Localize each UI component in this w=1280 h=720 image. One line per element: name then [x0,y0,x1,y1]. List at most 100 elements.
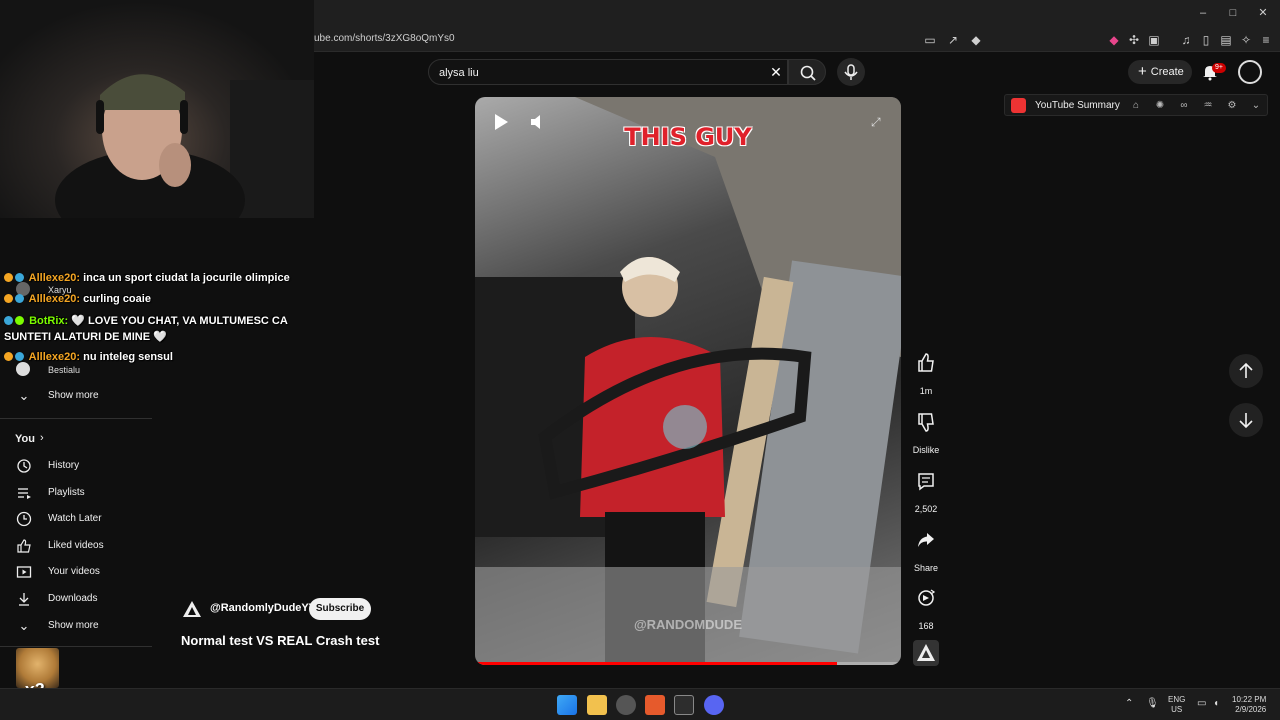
chat-text: nu inteleg sensul [83,351,173,363]
sidebar-item-label: Your videos [48,566,100,577]
settings-icon[interactable]: ⚙ [1225,99,1239,113]
search-input[interactable] [439,65,759,81]
windows-start-icon[interactable] [557,695,577,715]
sidebar-item-label: Playlists [48,487,85,498]
discord-icon[interactable] [704,695,724,715]
chat-username: Alllexe20: [28,272,81,284]
video-frame [475,97,901,665]
wallet-icon[interactable]: ▤ [1218,32,1234,48]
video-title[interactable]: Normal test VS REAL Crash test [181,633,379,648]
create-button[interactable]: + Create [1128,60,1192,84]
chat-text: curling coaie [83,293,151,305]
volume-tray-icon[interactable]: ◖ [1213,698,1219,709]
chrome-icon[interactable] [616,695,636,715]
sidebar-item-watch-later[interactable]: Watch Later [16,507,156,531]
like-icon [17,539,31,553]
show-more-label: Show more [48,620,99,631]
file-explorer-icon[interactable] [587,695,607,715]
fullscreen-icon[interactable]: ⤢ [871,115,885,129]
sidebar-item-label: Liked videos [48,540,104,551]
openai-icon[interactable]: ✺ [1153,99,1167,113]
remix-count: 168 [918,621,934,631]
chat-badge-icon [15,294,24,303]
remix-icon[interactable] [909,581,943,615]
next-short-button[interactable] [1229,403,1263,437]
show-more-subscriptions[interactable]: ⌄ Show more [16,384,156,408]
watch-later-icon [16,511,32,527]
tab-icon[interactable]: ▣ [1146,32,1162,48]
summary-label: YouTube Summary [1035,100,1120,111]
sound-action[interactable] [905,640,947,669]
clear-search-icon[interactable]: ✕ [768,64,784,80]
chat-username: Alllexe20: [28,351,81,363]
dislike-icon[interactable] [909,405,943,439]
volume-icon[interactable] [529,113,545,131]
brave-icon[interactable] [645,695,665,715]
extension-pink-icon[interactable]: ◆ [1106,32,1122,48]
bot-icon[interactable]: ⌂ [1129,99,1143,113]
sidebar-item-your-videos[interactable]: Your videos [16,560,156,584]
account-avatar[interactable] [1238,60,1262,84]
search-button[interactable] [788,59,826,85]
chat-badge-icon [15,316,24,325]
mic-tray-icon[interactable]: 🎙 [1146,698,1159,709]
tray-chevron-icon[interactable]: ⌃ [1125,698,1133,709]
previous-short-button[interactable] [1229,354,1263,388]
like-icon[interactable] [909,346,943,380]
subscription-label[interactable]: Bestialu [48,365,80,375]
network-icon[interactable]: ▭ [1197,698,1206,709]
language-indicator[interactable]: ENG US [1168,695,1185,715]
sidebar-toggle-icon[interactable]: ▯ [1198,32,1214,48]
channel-row: @RandomlyDudeYT Subscribe [181,598,381,620]
audio-icon[interactable]: ♒ [1201,99,1215,113]
sidebar-item-history[interactable]: History [16,454,156,478]
divider [0,646,152,647]
video-progress-bar[interactable] [475,662,901,665]
microphone-icon [844,64,858,80]
play-icon[interactable] [493,113,509,131]
maximize-button[interactable]: □ [1226,6,1240,20]
comments-icon[interactable] [909,464,943,498]
subscribe-button[interactable]: Subscribe [309,598,371,620]
menu-icon[interactable]: ≡ [1258,32,1274,48]
chevron-right-icon: › [40,432,44,444]
minimize-button[interactable]: – [1196,6,1210,20]
glasses-icon[interactable]: ∞ [1177,99,1191,113]
like-action[interactable]: 1m [905,346,947,396]
dislike-action[interactable]: Dislike [905,405,947,455]
sidebar-item-liked-videos[interactable]: Liked videos [16,534,156,558]
share-action[interactable]: Share [905,523,947,573]
share-page-icon[interactable]: ↗ [945,32,961,48]
system-clock[interactable]: 10:22 PM 2/9/2026 [1232,695,1266,715]
media-icon[interactable]: ♫ [1178,32,1194,48]
sidebar-you[interactable]: You › [15,428,156,452]
cast-icon[interactable]: ▭ [922,32,938,48]
sidebar-item-playlists[interactable]: Playlists [16,481,156,505]
chevron-down-icon: ⌄ [18,388,30,403]
subscription-avatar[interactable] [16,362,30,376]
shorts-video-player[interactable]: THIS GUY @RANDOMDUDE ⤢ [475,97,901,665]
url-text[interactable]: ube.com/shorts/3zXG8oQmYs0 [314,33,455,44]
search-icon [800,65,816,81]
language-code: ENG [1168,695,1186,704]
youtube-summary-extension[interactable]: YouTube Summary ⌂ ✺ ∞ ♒ ⚙ ⌄ [1004,94,1268,116]
sidebar-item-downloads[interactable]: Downloads [16,587,156,611]
channel-sound-icon[interactable] [913,640,939,666]
show-more-library[interactable]: ⌄ Show more [16,614,156,638]
app-icon[interactable] [674,695,694,715]
search-box[interactable]: ✕ [428,59,788,85]
close-window-button[interactable]: ✕ [1256,6,1270,20]
channel-name[interactable]: @RandomlyDudeYT [210,602,315,614]
remix-action[interactable]: 168 [905,581,947,631]
share-icon[interactable] [909,523,943,557]
extensions-icon[interactable]: ✣ [1126,32,1142,48]
comments-action[interactable]: 2,502 [905,464,947,514]
chat-message: SUNTETI ALATURI DE MINE 🤍 [4,330,167,343]
brave-shield-icon[interactable]: ◆ [968,32,984,48]
chevron-down-icon[interactable]: ⌄ [1249,99,1263,113]
divider [0,418,152,419]
voice-search-button[interactable] [837,58,865,86]
channel-avatar-icon[interactable] [181,599,203,619]
leo-icon[interactable]: ✧ [1238,32,1254,48]
clock-date: 2/9/2026 [1235,705,1267,714]
